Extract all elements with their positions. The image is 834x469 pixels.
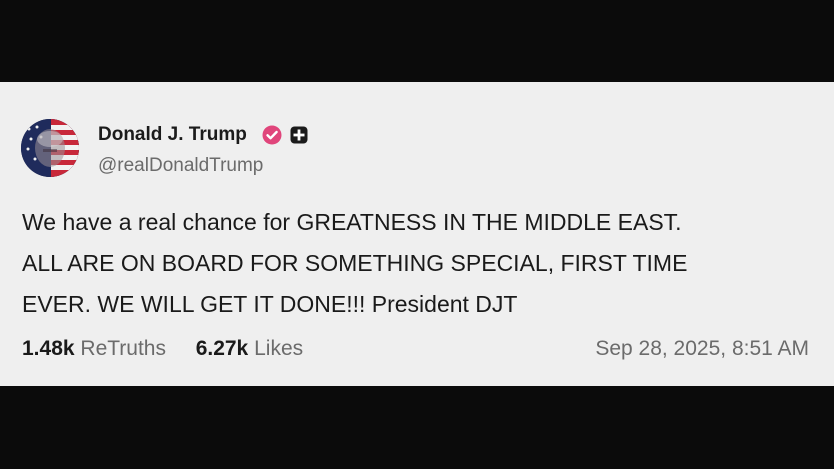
post-timestamp[interactable]: Sep 28, 2025, 8:51 AM (595, 336, 809, 362)
verified-badge-icon (262, 125, 282, 145)
likes-stat[interactable]: 6.27k Likes (190, 337, 303, 360)
letterbox-bottom (0, 386, 834, 469)
post-stats: 1.48k ReTruths 6.27k Likes (22, 336, 303, 362)
author-avatar[interactable] (21, 119, 79, 177)
retruths-count: 1.48k (22, 337, 75, 360)
author-handle[interactable]: @realDonaldTrump (98, 155, 263, 177)
post-body-line: EVER. WE WILL GET IT DONE!!! President D… (22, 291, 518, 317)
retruths-label: ReTruths (80, 337, 166, 360)
letterbox-top (0, 0, 834, 82)
plus-badge-icon (290, 126, 308, 144)
post-body-line: ALL ARE ON BOARD FOR SOMETHING SPECIAL, … (22, 250, 688, 276)
author-name[interactable]: Donald J. Trump (98, 124, 247, 146)
avatar-image (21, 119, 79, 177)
likes-label: Likes (254, 337, 304, 360)
likes-count: 6.27k (195, 337, 249, 360)
retruths-stat[interactable]: 1.48k ReTruths (22, 337, 172, 360)
post-card: Donald J. Trump @realDonaldTrump We have… (0, 82, 834, 386)
post-body-line: We have a real chance for GREATNESS IN T… (22, 209, 682, 235)
post-body: We have a real chance for GREATNESS IN T… (22, 202, 812, 325)
